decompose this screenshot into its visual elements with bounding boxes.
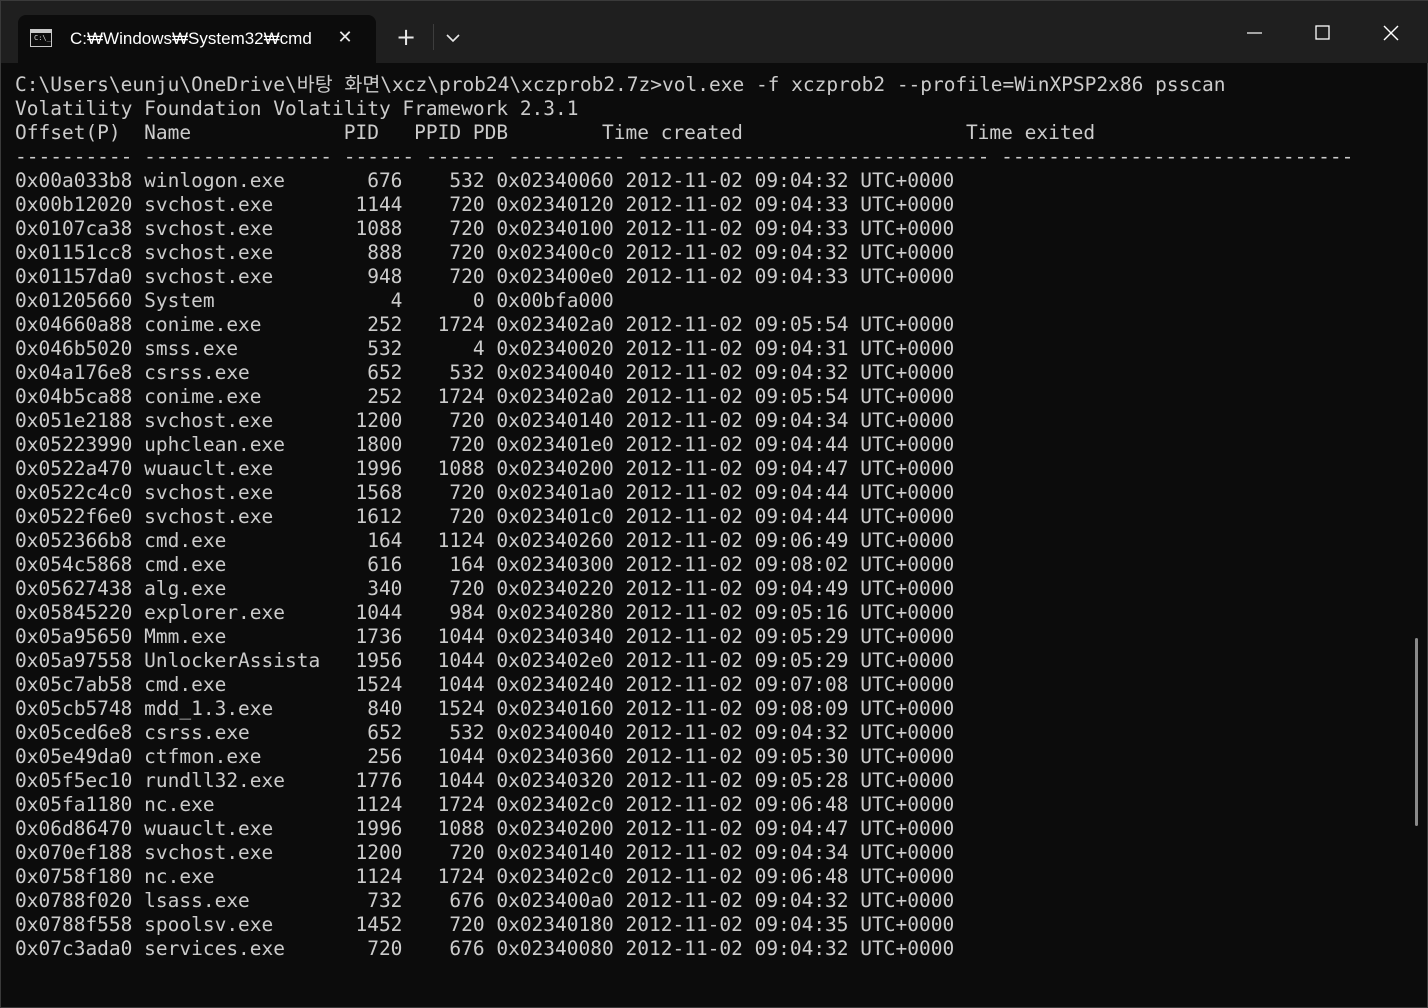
chevron-down-icon[interactable]	[441, 25, 465, 51]
process-row: 0x04b5ca88 conime.exe 252 1724 0x023402a…	[15, 385, 955, 408]
title-bar[interactable]: C:\_ C:₩Windows₩System32₩cmd ✕ +	[1, 1, 1428, 63]
process-row: 0x05223990 uphclean.exe 1800 720 0x02340…	[15, 433, 955, 456]
minimize-button[interactable]	[1221, 1, 1289, 63]
tab-title: C:₩Windows₩System32₩cmd	[70, 29, 312, 48]
scrollbar-thumb[interactable]	[1415, 638, 1418, 826]
command-line: C:\Users\eunju\OneDrive\바탕 화면\xcz\prob24…	[15, 73, 1226, 96]
table-separator: ---------- ---------------- ------ -----…	[15, 145, 1354, 168]
tab-divider	[433, 24, 434, 50]
process-row: 0x05845220 explorer.exe 1044 984 0x02340…	[15, 601, 955, 624]
process-row: 0x07c3ada0 services.exe 720 676 0x023400…	[15, 937, 955, 960]
process-row: 0x01205660 System 4 0 0x00bfa000	[15, 289, 614, 312]
process-row: 0x01157da0 svchost.exe 948 720 0x023400e…	[15, 265, 955, 288]
process-row: 0x051e2188 svchost.exe 1200 720 0x023401…	[15, 409, 955, 432]
tab-cmd[interactable]: C:\_ C:₩Windows₩System32₩cmd ✕	[18, 15, 376, 63]
process-row: 0x070ef188 svchost.exe 1200 720 0x023401…	[15, 841, 955, 864]
terminal-output[interactable]: C:\Users\eunju\OneDrive\바탕 화면\xcz\prob24…	[15, 73, 1405, 1003]
new-tab-button[interactable]: +	[389, 23, 423, 53]
process-row: 0x06d86470 wuauclt.exe 1996 1088 0x02340…	[15, 817, 955, 840]
process-row: 0x05cb5748 mdd_1.3.exe 840 1524 0x023401…	[15, 697, 955, 720]
cmd-icon: C:\_	[30, 29, 52, 47]
process-row: 0x01151cc8 svchost.exe 888 720 0x023400c…	[15, 241, 955, 264]
banner-line: Volatility Foundation Volatility Framewo…	[15, 97, 579, 120]
process-row: 0x0788f558 spoolsv.exe 1452 720 0x023401…	[15, 913, 955, 936]
minimize-icon	[1247, 32, 1262, 34]
close-icon	[1383, 25, 1399, 41]
process-row: 0x0107ca38 svchost.exe 1088 720 0x023401…	[15, 217, 955, 240]
process-row: 0x00b12020 svchost.exe 1144 720 0x023401…	[15, 193, 955, 216]
process-row: 0x05627438 alg.exe 340 720 0x02340220 20…	[15, 577, 955, 600]
process-row: 0x04a176e8 csrss.exe 652 532 0x02340040 …	[15, 361, 955, 384]
process-row: 0x0788f020 lsass.exe 732 676 0x023400a0 …	[15, 889, 955, 912]
table-header: Offset(P) Name PID PPID PDB Time created…	[15, 121, 1096, 144]
process-row: 0x052366b8 cmd.exe 164 1124 0x02340260 2…	[15, 529, 955, 552]
process-row: 0x0758f180 nc.exe 1124 1724 0x023402c0 2…	[15, 865, 955, 888]
process-row: 0x05ced6e8 csrss.exe 652 532 0x02340040 …	[15, 721, 955, 744]
process-row: 0x05e49da0 ctfmon.exe 256 1044 0x0234036…	[15, 745, 955, 768]
process-row: 0x05a95650 Mmm.exe 1736 1044 0x02340340 …	[15, 625, 955, 648]
terminal-window: C:\_ C:₩Windows₩System32₩cmd ✕ + C:\User…	[0, 0, 1428, 1008]
process-row: 0x00a033b8 winlogon.exe 676 532 0x023400…	[15, 169, 955, 192]
process-row: 0x05a97558 UnlockerAssista 1956 1044 0x0…	[15, 649, 955, 672]
maximize-icon	[1315, 25, 1330, 40]
close-window-button[interactable]	[1357, 1, 1425, 63]
process-row: 0x05f5ec10 rundll32.exe 1776 1044 0x0234…	[15, 769, 955, 792]
process-row: 0x05c7ab58 cmd.exe 1524 1044 0x02340240 …	[15, 673, 955, 696]
process-row: 0x0522f6e0 svchost.exe 1612 720 0x023401…	[15, 505, 955, 528]
process-rows: 0x00a033b8 winlogon.exe 676 532 0x023400…	[15, 169, 1405, 961]
process-row: 0x04660a88 conime.exe 252 1724 0x023402a…	[15, 313, 955, 336]
process-row: 0x0522c4c0 svchost.exe 1568 720 0x023401…	[15, 481, 955, 504]
close-tab-icon[interactable]: ✕	[332, 25, 358, 51]
process-row: 0x046b5020 smss.exe 532 4 0x02340020 201…	[15, 337, 955, 360]
process-row: 0x054c5868 cmd.exe 616 164 0x02340300 20…	[15, 553, 955, 576]
process-row: 0x0522a470 wuauclt.exe 1996 1088 0x02340…	[15, 457, 955, 480]
maximize-button[interactable]	[1289, 1, 1357, 63]
process-row: 0x05fa1180 nc.exe 1124 1724 0x023402c0 2…	[15, 793, 955, 816]
